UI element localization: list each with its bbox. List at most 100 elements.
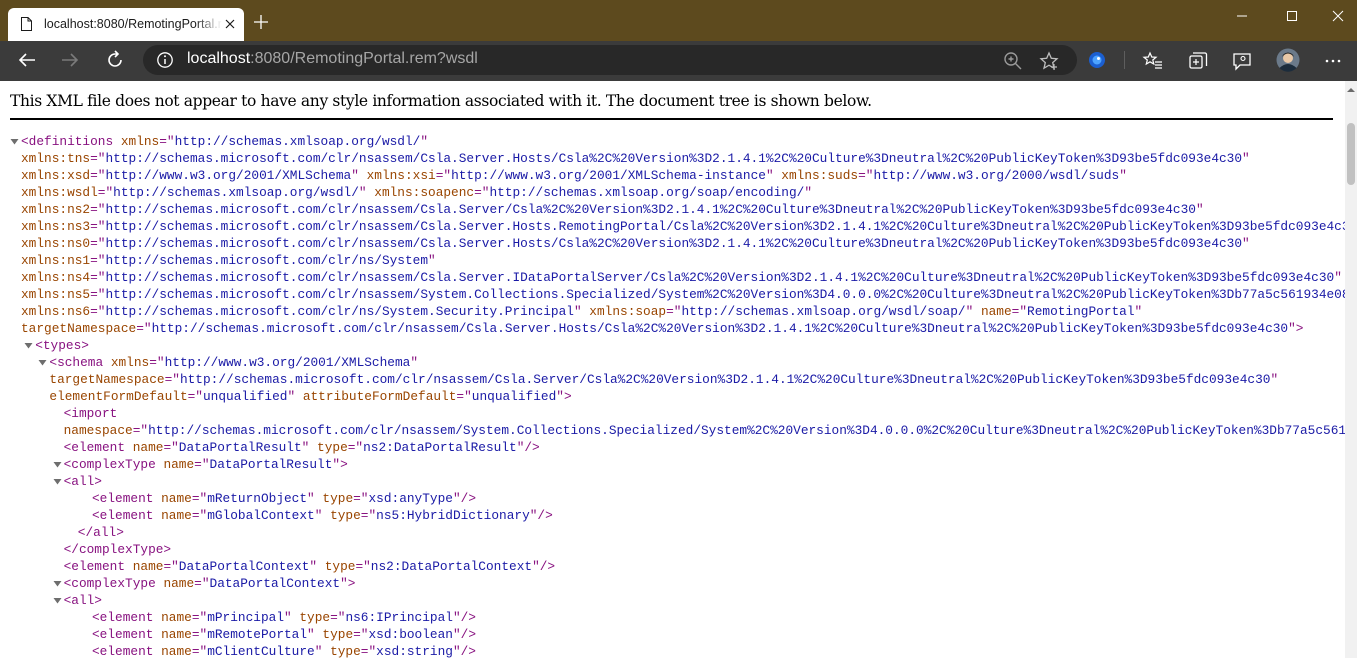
site-info-icon[interactable]: [156, 51, 174, 69]
more-menu-icon[interactable]: [1322, 50, 1344, 72]
xml-line: targetNamespace="http://schemas.microsof…: [49, 371, 1278, 388]
tag-text: ": [1334, 270, 1342, 285]
attribute-name: name: [132, 559, 164, 574]
attribute-value: http://schemas.microsoft.com/clr/ns/Syst…: [105, 304, 574, 319]
minimize-button[interactable]: [1219, 0, 1265, 32]
tag-text: ": [804, 185, 813, 200]
xml-line: targetNamespace="http://schemas.microsof…: [21, 320, 1303, 337]
tag-text: ": [314, 644, 331, 658]
attribute-value: ns6:IPrincipal: [345, 610, 453, 625]
attribute-name: name: [163, 576, 195, 591]
browser-tab[interactable]: localhost:8080/RemotingPortal.rem?wsdl: [8, 8, 244, 41]
feedback-icon[interactable]: [1231, 50, 1253, 72]
attribute-value: http://schemas.microsoft.com/clr/nsassem…: [105, 287, 1345, 302]
scrollbar-thumb[interactable]: [1347, 123, 1355, 185]
forward-arrow-icon[interactable]: [59, 49, 81, 71]
tag-text: <all>: [63, 593, 102, 608]
close-tab-icon[interactable]: [222, 16, 238, 32]
xml-line: <element name="mGlobalContext" type="ns5…: [92, 507, 553, 524]
collapse-triangle-icon[interactable]: [52, 456, 63, 473]
xml-line: xmlns:ns0="http://schemas.microsoft.com/…: [21, 235, 1250, 252]
attribute-value: http://schemas.microsoft.com/clr/nsassem…: [151, 321, 1289, 336]
collapse-triangle-icon[interactable]: [52, 575, 63, 592]
tag-text: =": [97, 185, 114, 200]
attribute-value: unqualified: [471, 389, 557, 404]
collapse-triangle-icon[interactable]: [37, 354, 48, 371]
attribute-name: xmlns:ns1: [21, 253, 91, 268]
tag-text: <complexType: [63, 576, 164, 591]
scroll-up-arrow-icon[interactable]: [1345, 85, 1357, 95]
attribute-name: xmlns:ns2: [21, 202, 91, 217]
collapse-triangle-icon[interactable]: [52, 592, 63, 609]
tag-text: =": [191, 644, 208, 658]
maximize-icon: [1287, 11, 1297, 21]
attribute-name: type: [317, 440, 348, 455]
close-window-button[interactable]: [1315, 0, 1357, 32]
maximize-button[interactable]: [1269, 0, 1315, 32]
attribute-name: name: [980, 304, 1012, 319]
tag-text: ": [307, 627, 323, 642]
address-text[interactable]: localhost:8080/RemotingPortal.rem?wsdl: [187, 50, 478, 68]
extension-icon[interactable]: [1086, 49, 1108, 71]
collapse-triangle-icon[interactable]: [9, 133, 20, 150]
tag-text: <complexType: [63, 457, 164, 472]
xml-line: xmlns:ns1="http://schemas.microsoft.com/…: [21, 252, 436, 269]
attribute-value: xsd:string: [376, 644, 453, 658]
refresh-icon[interactable]: [104, 49, 126, 71]
tag-text: =": [330, 610, 346, 625]
xml-line: xmlns:ns2="http://schemas.microsoft.com/…: [21, 201, 1204, 218]
title-bar: localhost:8080/RemotingPortal.rem?wsdl: [0, 0, 1357, 41]
attribute-name: namespace: [63, 423, 133, 438]
xml-line: <types>: [24, 337, 89, 354]
attribute-value: http://schemas.xmlsoap.org/soap/encoding…: [489, 185, 805, 200]
tag-text: "/>: [452, 644, 476, 658]
attribute-name: xmlns: [110, 355, 150, 370]
attribute-value: http://www.w3.org/2001/XMLSchema: [164, 355, 411, 370]
tag-text: ">: [340, 576, 356, 591]
xml-line: <element name="mReturnObject" type="xsd:…: [92, 490, 476, 507]
attribute-name: xmlns:ns3: [21, 219, 91, 234]
attribute-value: mGlobalContext: [207, 508, 315, 523]
xml-line: <element name="mRemotePortal" type="xsd:…: [92, 626, 476, 643]
tag-text: ": [965, 304, 981, 319]
xml-line: xmlns:ns4="http://schemas.microsoft.com/…: [21, 269, 1342, 286]
tag-text: ": [351, 168, 367, 183]
xml-line: xmlns:xsd="http://www.w3.org/2001/XMLSch…: [21, 167, 1127, 184]
vertical-scrollbar[interactable]: [1345, 81, 1357, 658]
attribute-name: name: [161, 610, 192, 625]
favorites-icon[interactable]: [1142, 50, 1164, 72]
xml-line: namespace="http://schemas.microsoft.com/…: [64, 422, 1345, 439]
attribute-name: xmlns: [120, 134, 160, 149]
favorite-star-icon[interactable]: [1038, 50, 1060, 72]
tag-text: =": [149, 355, 165, 370]
zoom-icon[interactable]: [1002, 50, 1024, 72]
attribute-value: DataPortalContext: [178, 559, 310, 574]
attribute-name: xmlns:tns: [21, 151, 91, 166]
attribute-name: type: [330, 644, 361, 658]
tag-text: =": [474, 185, 490, 200]
new-tab-icon[interactable]: [252, 13, 270, 31]
tag-text: ": [284, 610, 300, 625]
tab-title: localhost:8080/RemotingPortal.rem?wsdl: [44, 17, 222, 31]
tag-text: =": [90, 304, 106, 319]
back-arrow-icon[interactable]: [16, 49, 38, 71]
collapse-triangle-icon[interactable]: [23, 337, 34, 354]
address-host: localhost: [187, 50, 251, 67]
xml-line: xmlns:ns6="http://schemas.microsoft.com/…: [21, 303, 1142, 320]
attribute-value: DataPortalContext: [209, 576, 341, 591]
attribute-value: http://schemas.microsoft.com/clr/nsassem…: [105, 219, 1345, 234]
attribute-value: unqualified: [202, 389, 288, 404]
tag-text: =": [858, 168, 874, 183]
tag-text: <element: [63, 559, 133, 574]
xml-line: elementFormDefault="unqualified" attribu…: [49, 388, 571, 405]
profile-avatar-icon[interactable]: [1276, 48, 1300, 72]
attribute-value: http://schemas.xmlsoap.org/wsdl/: [174, 134, 421, 149]
attribute-name: type: [299, 610, 331, 625]
collections-icon[interactable]: [1187, 50, 1209, 72]
attribute-value: DataPortalResult: [209, 457, 333, 472]
tag-text: =": [163, 440, 179, 455]
tag-text: =": [163, 559, 179, 574]
attribute-value: mClientCulture: [207, 644, 315, 658]
collapse-triangle-icon[interactable]: [52, 473, 63, 490]
tag-text: =": [355, 559, 371, 574]
